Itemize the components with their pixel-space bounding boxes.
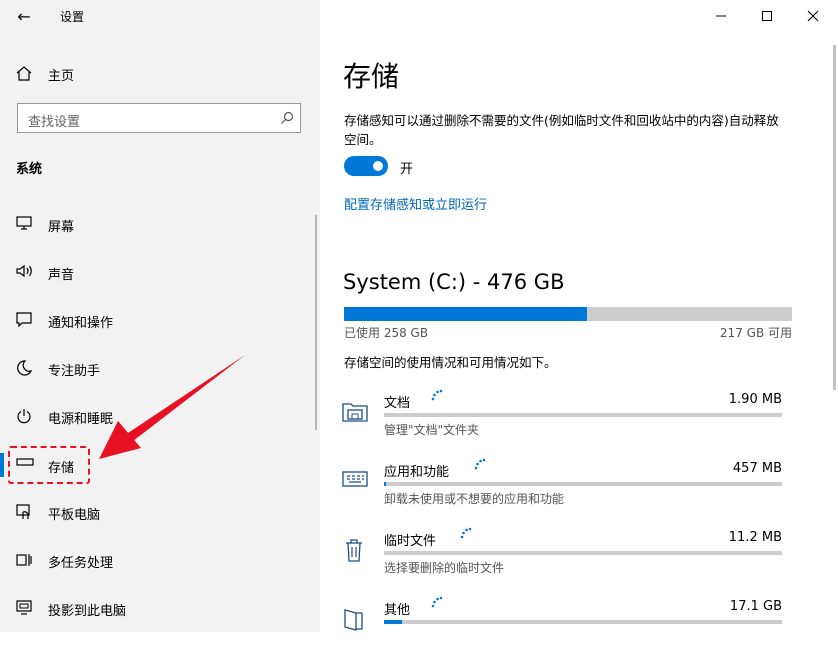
annotation-highlight-box bbox=[8, 446, 90, 484]
free-space-label: 217 GB 可用 bbox=[719, 326, 792, 340]
sidebar-item-label: 专注助手 bbox=[48, 364, 101, 379]
sidebar-item-multitasking[interactable]: 多任务处理 bbox=[0, 542, 320, 578]
sidebar-item-label: 声音 bbox=[48, 268, 75, 283]
notification-icon bbox=[16, 312, 32, 327]
main-content: 存储 存储感知可以通过删除不需要的文件(例如临时文件和回收站中的内容)自动释放空… bbox=[320, 0, 838, 632]
category-usage-fill bbox=[384, 482, 386, 486]
storage-sense-toggle[interactable] bbox=[344, 156, 388, 176]
drive-title: System (C:) - 476 GB bbox=[343, 270, 565, 294]
sidebar-item-tablet[interactable]: 平板电脑 bbox=[0, 494, 320, 530]
storage-sense-description: 存储感知可以通过删除不需要的文件(例如临时文件和回收站中的内容)自动释放空间。 bbox=[344, 113, 779, 147]
trash-icon bbox=[346, 539, 362, 562]
usage-description: 存储空间的使用情况和可用情况如下。 bbox=[344, 355, 557, 370]
apps-icon bbox=[342, 471, 368, 487]
page-title: 存储 bbox=[343, 60, 400, 93]
sidebar-item-label: 电源和睡眠 bbox=[48, 412, 114, 427]
maximize-button[interactable] bbox=[744, 0, 790, 32]
category-usage-bar bbox=[384, 413, 782, 417]
search-input[interactable]: 查找设置 bbox=[17, 103, 301, 133]
display-icon bbox=[16, 216, 32, 230]
toggle-state-label: 开 bbox=[400, 162, 414, 177]
category-size: 11.2 MB bbox=[728, 530, 782, 545]
category-name: 文档 bbox=[384, 396, 411, 411]
category-description: 卸载未使用或不想要的应用和功能 bbox=[384, 492, 565, 506]
active-indicator bbox=[0, 453, 4, 477]
category-description: 管理"文档"文件夹 bbox=[384, 423, 480, 437]
home-label: 主页 bbox=[48, 69, 75, 84]
category-name: 其他 bbox=[384, 603, 411, 618]
category-usage-bar bbox=[384, 551, 782, 555]
other-icon bbox=[344, 609, 363, 631]
sidebar-item-sound[interactable]: 声音 bbox=[0, 254, 320, 290]
configure-storage-sense-link[interactable]: 配置存储感知或立即运行 bbox=[344, 194, 487, 213]
back-arrow-icon: ← bbox=[17, 6, 31, 26]
sidebar-scrollbar[interactable] bbox=[315, 215, 317, 430]
documents-icon bbox=[342, 403, 368, 422]
close-icon bbox=[807, 10, 819, 22]
sidebar-item-label: 屏幕 bbox=[48, 220, 75, 235]
speaker-icon bbox=[16, 264, 32, 278]
category-size: 457 MB bbox=[732, 461, 782, 476]
minimize-icon bbox=[716, 15, 726, 17]
loading-spinner-icon bbox=[474, 458, 486, 470]
category-temp-files[interactable]: 临时文件 11.2 MB 选择要删除的临时文件 bbox=[340, 527, 782, 594]
app-title: 设置 bbox=[60, 10, 85, 24]
sidebar-item-notifications[interactable]: 通知和操作 bbox=[0, 302, 320, 338]
category-usage-bar bbox=[384, 620, 782, 624]
category-size: 17.1 GB bbox=[729, 599, 782, 614]
project-icon bbox=[16, 600, 32, 615]
category-other[interactable]: 其他 17.1 GB bbox=[340, 596, 782, 663]
sidebar: ← 设置 主页 查找设置 系统 屏幕 声音 通知和操作 专注助手 电源和睡眠 存… bbox=[0, 0, 320, 632]
sidebar-item-label: 投影到此电脑 bbox=[48, 604, 127, 619]
sidebar-item-label: 通知和操作 bbox=[48, 316, 114, 331]
category-usage-fill bbox=[384, 620, 402, 624]
search-icon bbox=[281, 111, 294, 124]
used-space-label: 已使用 258 GB bbox=[344, 326, 429, 340]
minimize-button[interactable] bbox=[698, 0, 744, 32]
category-usage-bar bbox=[384, 482, 782, 486]
close-button[interactable] bbox=[790, 0, 836, 32]
sidebar-item-label: 平板电脑 bbox=[48, 508, 101, 523]
sidebar-item-project[interactable]: 投影到此电脑 bbox=[0, 590, 320, 626]
section-title: 系统 bbox=[16, 162, 43, 177]
home-icon bbox=[16, 66, 32, 81]
category-name: 临时文件 bbox=[384, 534, 437, 549]
maximize-icon bbox=[762, 11, 772, 21]
moon-icon bbox=[17, 360, 32, 376]
sidebar-item-display[interactable]: 屏幕 bbox=[0, 206, 320, 242]
sidebar-item-label: 多任务处理 bbox=[48, 556, 114, 571]
category-size: 1.90 MB bbox=[728, 392, 782, 407]
search-placeholder: 查找设置 bbox=[28, 115, 81, 130]
main-scrollbar[interactable] bbox=[833, 45, 836, 390]
drive-usage-fill bbox=[344, 307, 587, 321]
sidebar-item-focus-assist[interactable]: 专注助手 bbox=[0, 350, 320, 386]
toggle-knob bbox=[373, 161, 383, 171]
loading-spinner-icon bbox=[460, 527, 472, 539]
category-apps[interactable]: 应用和功能 457 MB 卸载未使用或不想要的应用和功能 bbox=[340, 458, 782, 525]
category-name: 应用和功能 bbox=[384, 465, 450, 480]
back-button[interactable]: ← bbox=[12, 4, 36, 28]
multitask-icon bbox=[16, 554, 32, 566]
home-nav-item[interactable]: 主页 bbox=[0, 58, 320, 88]
loading-spinner-icon bbox=[431, 389, 443, 401]
category-description: 选择要删除的临时文件 bbox=[384, 561, 505, 575]
power-icon bbox=[17, 409, 31, 424]
loading-spinner-icon bbox=[431, 596, 443, 608]
tablet-icon bbox=[16, 504, 30, 519]
drive-usage-bar bbox=[344, 307, 792, 321]
category-documents[interactable]: 文档 1.90 MB 管理"文档"文件夹 bbox=[340, 389, 782, 456]
sidebar-item-power[interactable]: 电源和睡眠 bbox=[0, 398, 320, 434]
